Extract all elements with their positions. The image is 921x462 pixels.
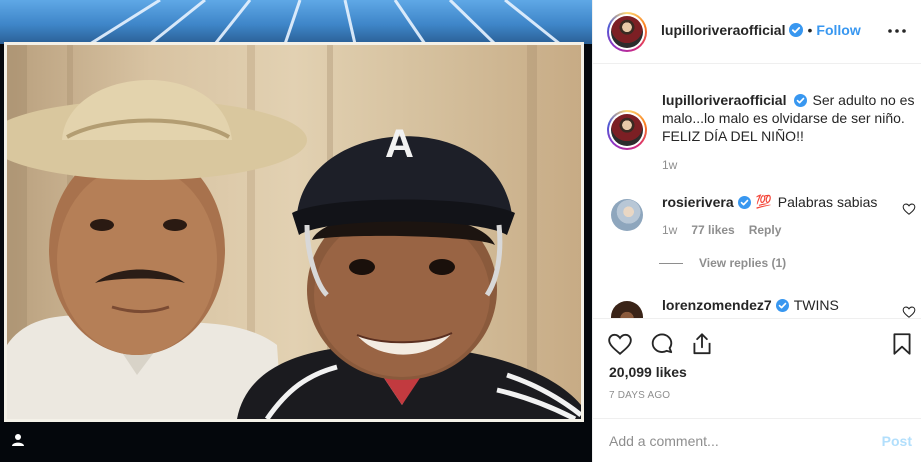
person-icon [12, 434, 24, 446]
add-comment-input[interactable] [609, 431, 859, 451]
author-avatar[interactable] [607, 12, 647, 52]
post-timestamp[interactable]: 7 DAYS AGO [609, 390, 670, 401]
verified-badge-icon [794, 94, 808, 107]
comment-likes[interactable]: 77 likes [691, 223, 734, 237]
caption-age: 1w [662, 158, 678, 172]
post-sidebar: lupilloriveraofficial • Follow lupillori… [592, 0, 921, 462]
verified-badge-icon [775, 298, 789, 312]
photo-bottom-band [0, 420, 592, 462]
comment-row: lorenzomendez7 TWINS [662, 296, 839, 314]
comment-age: 1w [662, 223, 678, 237]
comment-button[interactable] [649, 331, 675, 357]
view-replies-button[interactable]: View replies (1) [659, 256, 786, 270]
svg-text:A: A [385, 122, 414, 166]
comment-row: rosierivera 💯 Palabras sabias [662, 193, 877, 211]
follow-button[interactable]: Follow [816, 22, 860, 38]
like-button[interactable] [607, 331, 633, 357]
caption: lupilloriveraofficial Ser adulto no es ma… [662, 91, 921, 145]
more-options-icon [888, 29, 906, 33]
save-button[interactable] [889, 331, 915, 357]
separator-dot: • [807, 22, 813, 38]
likes-count[interactable]: 20,099 likes [609, 364, 687, 380]
like-comment-heart-icon[interactable] [902, 202, 916, 216]
comment-icon [651, 333, 673, 354]
background-sky [0, 0, 592, 44]
comment-avatar[interactable] [611, 199, 643, 231]
comment-username[interactable]: rosierivera [662, 193, 734, 211]
more-options-button[interactable] [886, 20, 908, 42]
caption-avatar[interactable] [607, 110, 647, 150]
reply-button[interactable]: Reply [749, 223, 782, 237]
comment-username[interactable]: lorenzomendez7 [662, 296, 772, 314]
post-media[interactable]: A [0, 0, 592, 462]
tagged-users-button[interactable] [8, 430, 28, 450]
comment-meta: 1w 77 likes Reply [662, 223, 781, 237]
heart-icon [608, 333, 632, 355]
share-button[interactable] [689, 331, 715, 357]
comment-text: TWINS [793, 297, 839, 313]
post-actions: 20,099 likes 7 DAYS AGO [593, 318, 921, 418]
post-comment-button[interactable]: Post [882, 433, 912, 449]
comment-avatar[interactable] [611, 301, 643, 318]
replies-divider [659, 262, 683, 264]
post-header: lupilloriveraofficial • Follow [593, 0, 921, 64]
author-username[interactable]: lupilloriveraofficial [661, 22, 785, 38]
verified-badge-icon [789, 23, 804, 37]
verified-badge-icon [737, 195, 751, 209]
hundred-emoji: 💯 [755, 194, 772, 209]
caption-username[interactable]: lupilloriveraofficial [662, 92, 786, 108]
photo-frame: A [4, 42, 584, 422]
photo: A [7, 45, 581, 419]
comment-text: Palabras sabias [777, 194, 878, 210]
like-comment-heart-icon[interactable] [902, 305, 916, 318]
share-icon [693, 333, 711, 355]
view-replies-label: View replies (1) [699, 256, 787, 270]
comments-list[interactable]: lupilloriveraofficial Ser adulto no es ma… [593, 65, 921, 318]
add-comment-bar: Post [593, 418, 921, 462]
bookmark-icon [893, 333, 911, 355]
